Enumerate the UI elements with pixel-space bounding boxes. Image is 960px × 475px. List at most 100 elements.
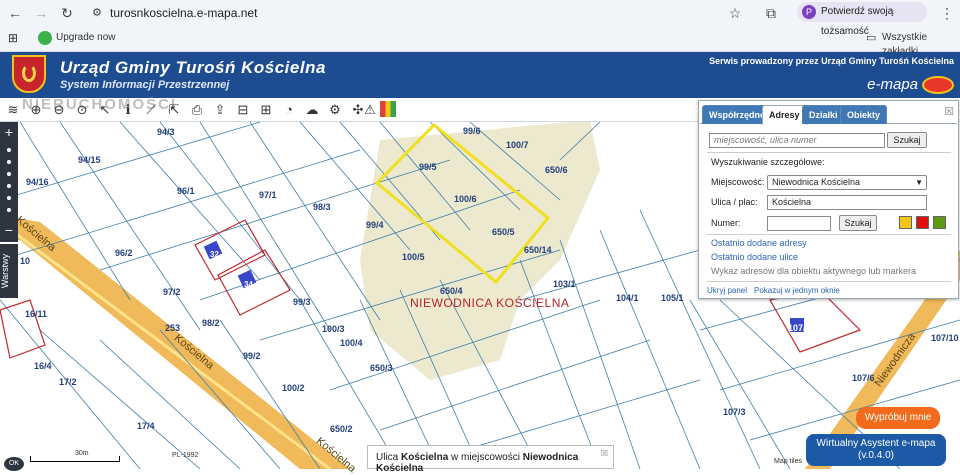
marker-color-swatch[interactable] xyxy=(899,216,912,229)
select-icon[interactable]: ⇱ xyxy=(165,101,183,119)
measure-icon[interactable]: ⟋ xyxy=(142,101,160,119)
parcel-label[interactable]: 97/2 xyxy=(163,287,181,297)
color-palette-icon[interactable] xyxy=(380,101,396,117)
parcel-label[interactable]: 99/4 xyxy=(366,220,384,230)
zoom-level-dot[interactable] xyxy=(7,148,11,152)
parcel-label[interactable]: 100/3 xyxy=(322,324,345,334)
menu-icon[interactable]: ⋮ xyxy=(938,4,956,22)
number-search-button[interactable]: Szukaj xyxy=(839,215,877,231)
parcel-label[interactable]: 17/4 xyxy=(137,421,155,431)
parcel-label[interactable]: 96/1 xyxy=(177,186,195,196)
parcel-label[interactable]: 10 xyxy=(20,256,30,266)
zoom-level-dot[interactable] xyxy=(7,196,11,200)
crs-label: PL-1992 xyxy=(172,452,199,459)
address-search-input[interactable]: miejscowość, ulica numer xyxy=(709,133,885,148)
hide-panel-link[interactable]: Ukryj panel xyxy=(707,286,747,295)
warning-icon[interactable]: ⚠ xyxy=(361,101,379,119)
info-icon[interactable]: ℹ xyxy=(119,101,137,119)
parcel-label[interactable]: 107/10 xyxy=(931,333,959,343)
parcel-label[interactable]: 94/15 xyxy=(78,155,101,165)
verify-identity-button[interactable]: P Potwierdź swoją tożsamość xyxy=(797,2,927,37)
parcel-label[interactable]: 16/11 xyxy=(25,309,47,319)
cloud-icon[interactable]: ☁ xyxy=(303,101,321,119)
virtual-assistant-button[interactable]: Wirtualny Asystent e-mapa (v.0.4.0) xyxy=(806,434,946,466)
tab-dzialki[interactable]: Działki xyxy=(802,105,845,124)
recent-streets-link[interactable]: Ostatnio dodane ulice xyxy=(711,252,798,262)
parcel-label[interactable]: 105/1 xyxy=(661,293,684,303)
street-input[interactable]: Kościelna xyxy=(767,195,927,210)
zoom-in-icon[interactable]: ⊕ xyxy=(27,101,45,119)
coat-of-arms-logo xyxy=(12,55,46,93)
single-window-link[interactable]: Pokazuj w jednym oknie xyxy=(754,286,840,295)
parcel-label[interactable]: 99/2 xyxy=(243,351,261,361)
zoom-level-dot[interactable] xyxy=(7,208,11,212)
search-button[interactable]: Szukaj xyxy=(887,132,927,148)
compare-icon[interactable]: ⊟ xyxy=(234,101,252,119)
parcel-label[interactable]: 99/6 xyxy=(463,126,481,136)
parcel-label[interactable]: 650/2 xyxy=(330,424,353,434)
parcel-label[interactable]: 100/6 xyxy=(454,194,477,204)
parcel-label[interactable]: 97/1 xyxy=(259,190,277,200)
parcel-label[interactable]: 107/4 xyxy=(788,323,811,333)
marker-color-swatch[interactable] xyxy=(916,216,929,229)
folder-icon: ▭ xyxy=(866,32,877,44)
site-info-icon[interactable]: ⚙ xyxy=(88,4,106,22)
layers-icon[interactable]: ≋ xyxy=(4,101,22,119)
zoom-plus-button[interactable]: + xyxy=(1,124,17,140)
zoom-level-dot[interactable] xyxy=(7,184,11,188)
parcel-label[interactable]: 100/2 xyxy=(282,383,305,393)
tab-adresy[interactable]: Adresy xyxy=(762,105,807,125)
forward-icon[interactable]: → xyxy=(32,4,50,22)
status-street: Kościelna xyxy=(401,452,449,463)
parcel-label[interactable]: 17/2 xyxy=(59,377,77,387)
parcel-label[interactable]: 650/4 xyxy=(440,286,463,296)
parcel-label[interactable]: 650/5 xyxy=(492,227,515,237)
parcel-label[interactable]: 253 xyxy=(165,323,180,333)
parcel-label[interactable]: 98/2 xyxy=(202,318,220,328)
apps-icon[interactable]: ⊞ xyxy=(8,31,18,45)
marker-color-swatch[interactable] xyxy=(933,216,946,229)
parcel-label[interactable]: 107/3 xyxy=(723,407,746,417)
parcel-label[interactable]: 94/3 xyxy=(157,127,175,137)
parcel-label[interactable]: 100/5 xyxy=(402,252,425,262)
parcel-label[interactable]: 100/4 xyxy=(340,338,363,348)
close-icon[interactable]: ☒ xyxy=(944,105,954,118)
grid-icon[interactable]: ⊞ xyxy=(257,101,275,119)
parcel-label[interactable]: 16/4 xyxy=(34,361,52,371)
zoom-out-icon[interactable]: ⊖ xyxy=(50,101,68,119)
parcel-label[interactable]: 94/16 xyxy=(26,177,49,187)
tab-obiekty[interactable]: Obiekty xyxy=(840,105,888,124)
extensions-icon[interactable]: ⧉ xyxy=(762,4,780,22)
pointer-icon[interactable]: ↖ xyxy=(96,101,114,119)
parcel-label[interactable]: 98/3 xyxy=(313,202,331,212)
recent-addresses-link[interactable]: Ostatnio dodane adresy xyxy=(711,238,807,248)
print-icon[interactable]: ⎙ xyxy=(188,101,206,119)
parcel-label[interactable]: 99/3 xyxy=(293,297,311,307)
parcel-label[interactable]: 650/14 xyxy=(524,245,552,255)
back-icon[interactable]: ← xyxy=(6,4,24,22)
upload-icon[interactable]: ⇪ xyxy=(211,101,229,119)
parcel-label[interactable]: 96/2 xyxy=(115,248,133,258)
reload-icon[interactable]: ↻ xyxy=(58,4,76,22)
parcel-label[interactable]: 650/6 xyxy=(545,165,568,175)
town-select[interactable]: Niewodnica Kościelna ▼ xyxy=(767,175,927,190)
parcel-label[interactable]: 100/7 xyxy=(506,140,529,150)
parcel-label[interactable]: 99/5 xyxy=(419,162,437,172)
number-input[interactable] xyxy=(767,216,831,231)
try-me-bubble[interactable]: Wypróbuj mnie xyxy=(856,407,940,429)
zoom-level-dot[interactable] xyxy=(7,172,11,176)
layers-side-tab[interactable]: Warstwy xyxy=(0,244,18,298)
zoom-level-dot[interactable] xyxy=(7,160,11,164)
parcel-label[interactable]: 103/1 xyxy=(553,279,576,289)
comment-icon[interactable]: ◔ xyxy=(280,101,298,119)
star-icon[interactable]: ☆ xyxy=(726,4,744,22)
close-icon[interactable]: ☒ xyxy=(601,449,608,458)
bookmark-upgrade[interactable]: Upgrade now xyxy=(56,31,115,45)
zoom-minus-button[interactable]: − xyxy=(1,222,17,238)
settings-icon[interactable]: ⚙ xyxy=(326,101,344,119)
map-tiles-attribution[interactable]: Map tiles xyxy=(774,458,802,465)
parcel-label[interactable]: 104/1 xyxy=(616,293,639,303)
parcel-label[interactable]: 650/3 xyxy=(370,363,393,373)
address-bar[interactable]: turosnkoscielna.e-mapa.net xyxy=(110,4,770,22)
zoom-extent-icon[interactable]: ⊙ xyxy=(73,101,91,119)
